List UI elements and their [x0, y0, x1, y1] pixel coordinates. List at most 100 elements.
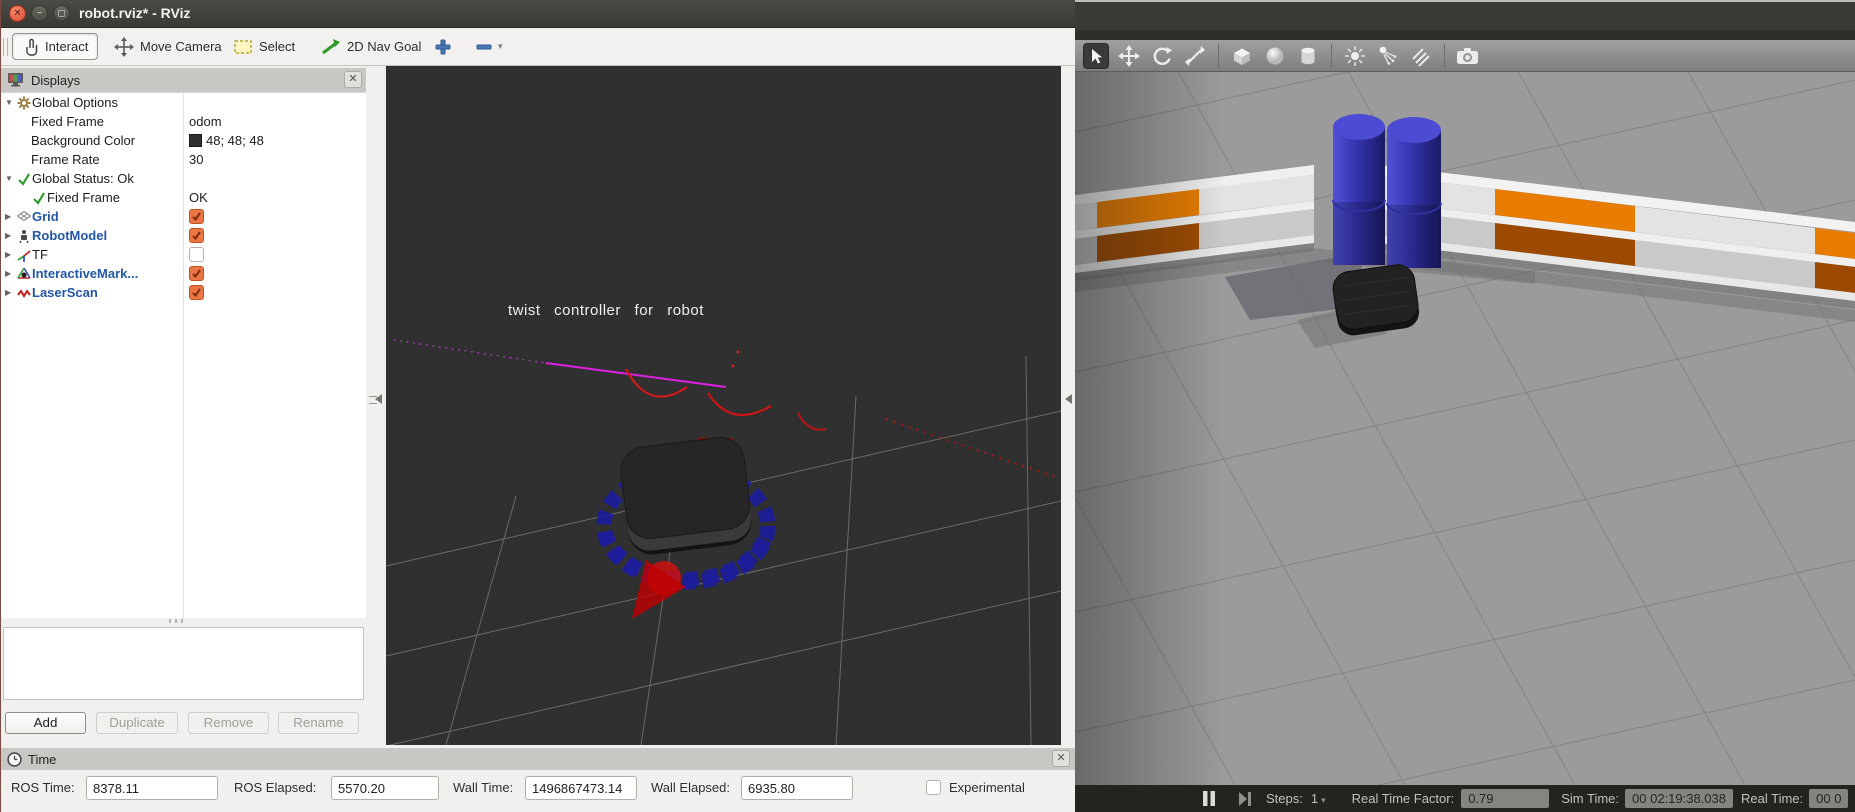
ros-time-input[interactable] — [86, 776, 218, 800]
rename-display-button[interactable]: Rename — [278, 712, 359, 734]
window-maximize-button[interactable]: ◻ — [53, 5, 70, 22]
rviz-3d-viewport[interactable]: twist controller for robot — [386, 66, 1061, 745]
panel-splitter-right[interactable] — [1061, 66, 1076, 745]
directional-light-tool[interactable] — [1408, 43, 1434, 69]
add-display-button[interactable]: Add — [5, 712, 86, 734]
gazebo-toolbar-shadow — [1075, 30, 1855, 40]
tf-axes-icon — [16, 248, 32, 262]
collapse-panel-arrow-icon[interactable] — [375, 394, 382, 404]
color-swatch — [189, 134, 202, 147]
screenshot-camera-tool[interactable] — [1455, 43, 1481, 69]
tool-dropdown-caret-icon[interactable]: ▾ — [498, 41, 503, 52]
gazebo-window: Steps: 1 ▾ Real Time Factor: 0.79 Sim Ti… — [1075, 0, 1855, 812]
tree-row-grid[interactable]: ▶ Grid — [1, 207, 366, 226]
checkbox-checked-icon[interactable] — [189, 209, 204, 224]
tree-row-frame-rate[interactable]: Frame Rate 30 — [1, 150, 366, 169]
tree-row-label: Background Color — [31, 133, 135, 148]
gazebo-menubar-area — [1075, 2, 1855, 30]
tree-row-label: Frame Rate — [31, 152, 100, 167]
nav-goal-arrow-icon — [321, 38, 341, 56]
expander-closed-icon[interactable]: ▶ — [5, 231, 16, 240]
point-light-tool[interactable] — [1342, 43, 1368, 69]
robot-model-icon — [16, 229, 32, 243]
nav-goal-tool-button[interactable]: 2D Nav Goal — [312, 33, 430, 60]
gazebo-status-bar: Steps: 1 ▾ Real Time Factor: 0.79 Sim Ti… — [1075, 785, 1855, 812]
real-time-factor-value[interactable]: 0.79 — [1461, 789, 1549, 808]
remove-tool-button[interactable]: ▾ — [467, 33, 512, 60]
gear-icon — [16, 96, 32, 110]
toolbar-separator — [1218, 44, 1219, 68]
rviz-titlebar: ✕ − ◻ robot.rviz* - RViz — [1, 0, 1076, 28]
rviz-toolbar: Interact Move Camera Select 2D Nav Goal — [1, 28, 1076, 66]
status-ok-check-icon — [16, 172, 32, 186]
collapse-panel-arrow-icon[interactable] — [1065, 394, 1072, 404]
laser-scan-icon — [16, 287, 32, 299]
tree-row-fixed-frame[interactable]: Fixed Frame odom — [1, 112, 366, 131]
tree-row-value[interactable]: 48; 48; 48 — [206, 133, 264, 148]
tree-row-value[interactable]: 30 — [189, 152, 203, 167]
scale-tool[interactable] — [1182, 43, 1208, 69]
wall-elapsed-input[interactable] — [741, 776, 853, 800]
expander-closed-icon[interactable]: ▶ — [5, 212, 16, 221]
experimental-checkbox[interactable] — [926, 780, 941, 795]
step-button-icon[interactable] — [1238, 792, 1252, 806]
pause-button-icon[interactable] — [1202, 791, 1216, 806]
gazebo-3d-scene[interactable] — [1075, 72, 1855, 785]
expander-closed-icon[interactable]: ▶ — [5, 269, 16, 278]
panel-splitter-left[interactable] — [366, 66, 386, 745]
interact-tool-button[interactable]: Interact — [12, 33, 98, 60]
toolbar-drag-handle[interactable] — [3, 38, 8, 56]
rotate-tool[interactable] — [1149, 43, 1175, 69]
steps-caret-icon[interactable]: ▾ — [1321, 795, 1326, 806]
translate-tool[interactable] — [1116, 43, 1142, 69]
wall-time-input[interactable] — [525, 776, 637, 800]
toolbar-separator — [1331, 44, 1332, 68]
move-camera-tool-button[interactable]: Move Camera — [105, 33, 231, 60]
tree-row-tf[interactable]: ▶ TF — [1, 245, 366, 264]
tree-row-label: Global Status: Ok — [32, 171, 134, 186]
tree-row-laserscan[interactable]: ▶ LaserScan — [1, 283, 366, 302]
tree-row-interactivemarkers[interactable]: ▶ InteractiveMark... — [1, 264, 366, 283]
panel-resize-grip[interactable] — [169, 619, 195, 623]
select-arrow-tool[interactable] — [1083, 43, 1109, 69]
tree-row-global-options[interactable]: ▼ Global Options — [1, 93, 366, 112]
steps-label: Steps: — [1266, 791, 1303, 806]
window-minimize-button[interactable]: − — [31, 5, 48, 22]
window-close-button[interactable]: ✕ — [9, 5, 26, 22]
spot-light-tool[interactable] — [1375, 43, 1401, 69]
displays-panel-icon — [7, 72, 25, 88]
view-overlay-text: twist controller for robot — [508, 302, 704, 319]
real-time-factor-label: Real Time Factor: — [1352, 791, 1455, 806]
expander-open-icon[interactable]: ▼ — [5, 98, 16, 107]
checkbox-unchecked-icon[interactable] — [189, 247, 204, 262]
add-tool-button[interactable] — [425, 33, 461, 60]
duplicate-display-button[interactable]: Duplicate — [96, 712, 178, 734]
tree-row-value: OK — [189, 190, 208, 205]
tree-row-robotmodel[interactable]: ▶ RobotModel — [1, 226, 366, 245]
tree-row-background-color[interactable]: Background Color 48; 48; 48 — [1, 131, 366, 150]
ros-elapsed-input[interactable] — [331, 776, 439, 800]
tree-row-global-status[interactable]: ▼ Global Status: Ok — [1, 169, 366, 188]
expander-closed-icon[interactable]: ▶ — [5, 250, 16, 259]
expander-open-icon[interactable]: ▼ — [5, 174, 16, 183]
insert-box-tool[interactable] — [1229, 43, 1255, 69]
remove-display-button[interactable]: Remove — [188, 712, 269, 734]
nav-goal-label: 2D Nav Goal — [347, 39, 421, 54]
insert-sphere-tool[interactable] — [1262, 43, 1288, 69]
checkbox-checked-icon[interactable] — [189, 228, 204, 243]
real-time-value[interactable]: 00 0 — [1809, 789, 1848, 808]
checkbox-checked-icon[interactable] — [189, 285, 204, 300]
displays-close-button[interactable]: ✕ — [344, 71, 362, 88]
property-description-box — [3, 627, 364, 700]
insert-cylinder-tool[interactable] — [1295, 43, 1321, 69]
selection-box-icon — [234, 39, 253, 55]
tree-row-value[interactable]: odom — [189, 114, 222, 129]
sim-time-value[interactable]: 00 02:19:38.038 — [1625, 789, 1733, 808]
select-tool-button[interactable]: Select — [225, 33, 304, 60]
expander-closed-icon[interactable]: ▶ — [5, 288, 16, 297]
tree-row-status-fixed-frame[interactable]: Fixed Frame OK — [1, 188, 366, 207]
checkbox-checked-icon[interactable] — [189, 266, 204, 281]
status-ok-check-icon — [31, 191, 47, 205]
displays-panel-title: Displays — [31, 73, 80, 88]
time-panel-close-button[interactable]: ✕ — [1052, 750, 1070, 767]
